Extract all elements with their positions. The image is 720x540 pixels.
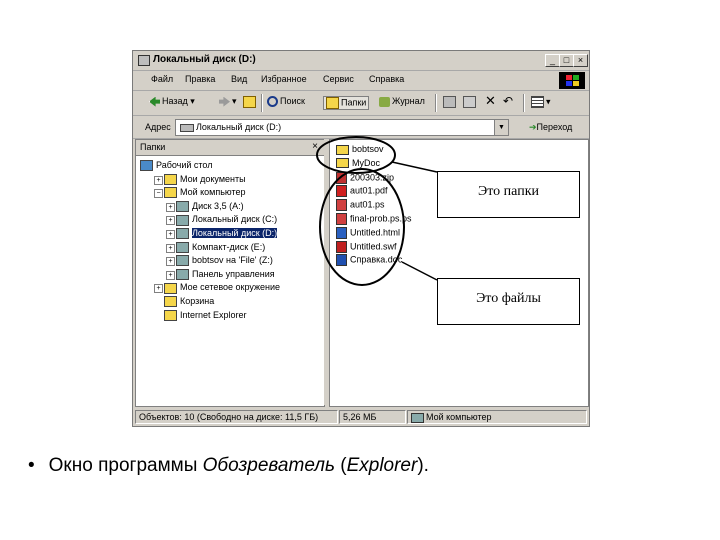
files-pointer-line [401,261,438,281]
caption-close-paren: ). [417,455,429,476]
caption-prefix: Окно программы [48,455,203,476]
caption-open-paren: ( [334,455,347,476]
folders-pointer-line [391,161,438,173]
bullet: • [28,455,35,476]
files-highlight-ellipse [319,168,405,286]
folders-highlight-ellipse [316,136,396,174]
slide-caption: • Окно программы Обозреватель (Explorer). [28,455,429,477]
caption-program: Обозреватель [202,455,335,476]
caption-english: Explorer [346,455,418,476]
